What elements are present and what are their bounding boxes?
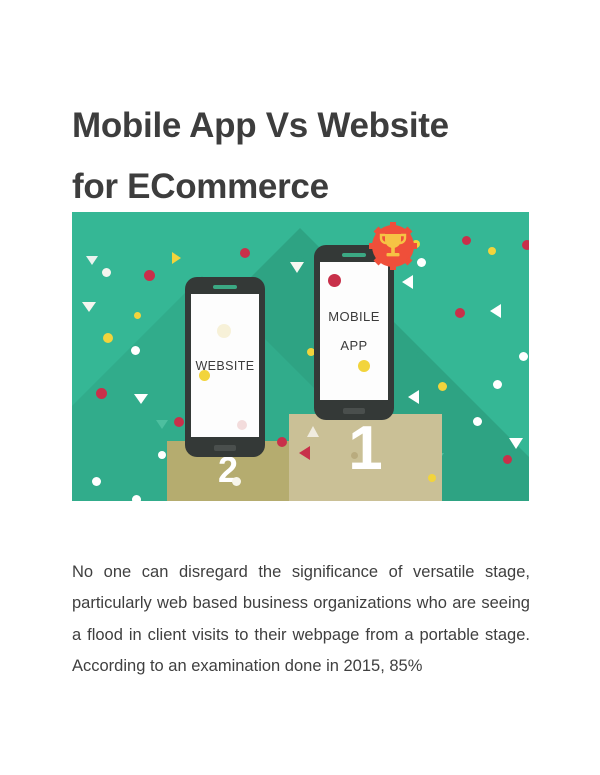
mobile-app-screen-label-1: MOBILE — [328, 309, 380, 324]
confetti-triangle — [134, 394, 148, 404]
podium-first-place: 1 — [289, 414, 442, 501]
page-title-line-1: Mobile App Vs Website — [72, 106, 449, 146]
confetti-triangle — [408, 390, 419, 404]
confetti-dot — [232, 477, 241, 486]
confetti-dot — [102, 268, 111, 277]
confetti-dot — [131, 346, 140, 355]
screen-confetti-dot — [328, 274, 341, 287]
confetti-dot — [519, 352, 528, 361]
confetti-triangle — [172, 252, 181, 264]
trophy-badge — [369, 222, 417, 270]
confetti-triangle — [307, 426, 319, 437]
mobile-app-screen-label-2: APP — [340, 338, 368, 353]
confetti-triangle — [402, 275, 413, 289]
screen-confetti-dot — [237, 420, 247, 430]
confetti-dot — [174, 417, 184, 427]
confetti-dot — [132, 495, 141, 501]
screen-confetti-dot — [217, 324, 231, 338]
confetti-dot — [351, 452, 358, 459]
confetti-dot — [455, 308, 465, 318]
phone-speaker-icon — [213, 285, 237, 289]
confetti-triangle — [490, 304, 501, 318]
screen-confetti-dot — [358, 360, 370, 372]
confetti-dot — [473, 417, 482, 426]
confetti-triangle — [82, 302, 96, 312]
confetti-dot — [144, 270, 155, 281]
mobile-app-phone: MOBILE APP — [314, 245, 394, 420]
confetti-dot — [240, 248, 250, 258]
document-page: Mobile App Vs Website for ECommerce 2 1 … — [0, 0, 600, 775]
mobile-app-phone-screen: MOBILE APP — [320, 262, 388, 400]
confetti-dot — [92, 477, 101, 486]
confetti-dot — [134, 312, 141, 319]
confetti-dot — [417, 258, 426, 267]
confetti-triangle — [86, 256, 98, 265]
confetti-triangle — [299, 446, 310, 460]
page-title: Mobile App Vs Website for ECommerce — [72, 95, 542, 217]
confetti-dot — [462, 236, 471, 245]
confetti-triangle — [509, 438, 523, 449]
confetti-dot — [277, 437, 287, 447]
confetti-dot — [438, 382, 447, 391]
confetti-dot — [522, 240, 529, 250]
body-paragraph: No one can disregard the significance of… — [72, 562, 530, 676]
website-phone-screen: WEBSITE — [191, 294, 259, 437]
confetti-dot — [488, 247, 496, 255]
confetti-dot — [493, 380, 502, 389]
website-phone: WEBSITE — [185, 277, 265, 457]
phone-home-button — [343, 408, 365, 414]
trophy-icon — [369, 222, 417, 270]
confetti-dot — [103, 333, 113, 343]
page-title-line-2: for ECommerce — [72, 167, 329, 207]
confetti-dot — [158, 451, 166, 459]
confetti-dot — [96, 388, 107, 399]
confetti-dot — [428, 474, 436, 482]
confetti-dot — [503, 455, 512, 464]
hero-illustration: 2 1 WEBSITE MOBILE APP — [72, 212, 529, 501]
confetti-triangle — [290, 262, 304, 273]
confetti-dot — [416, 352, 424, 360]
phone-speaker-icon — [342, 253, 366, 257]
phone-home-button — [214, 445, 236, 451]
confetti-triangle — [156, 420, 168, 429]
website-screen-label: WEBSITE — [195, 358, 255, 373]
